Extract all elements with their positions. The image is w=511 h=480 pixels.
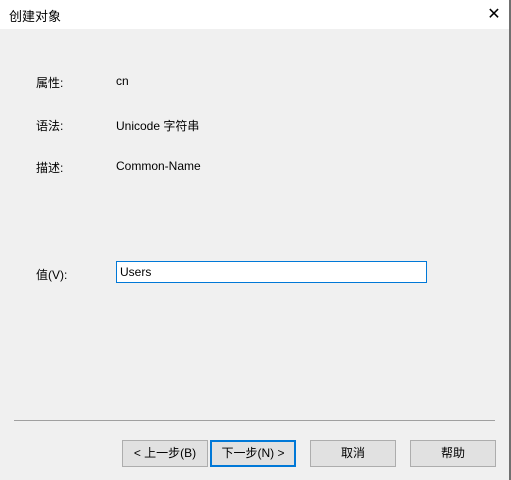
attribute-label: 属性: [36,76,64,90]
value-label: 值(V): [36,268,68,282]
close-icon[interactable]: ✕ [479,0,509,29]
help-button[interactable]: 帮助 [410,440,496,467]
create-object-dialog: 创建对象 ✕ 属性: cn 语法: Unicode 字符串 描述: Common… [0,0,511,480]
back-button[interactable]: < 上一步(B) [122,440,208,467]
next-button[interactable]: 下一步(N) > [210,440,296,467]
syntax-value: Unicode 字符串 [116,119,200,133]
separator [14,420,495,421]
value-input[interactable] [116,261,427,283]
dialog-title: 创建对象 [9,9,62,24]
title-bar: 创建对象 ✕ [0,0,509,29]
syntax-label: 语法: [36,119,64,133]
cancel-button[interactable]: 取消 [310,440,396,467]
description-label: 描述: [36,161,64,175]
attribute-value: cn [116,74,129,88]
description-value: Common-Name [116,159,201,173]
